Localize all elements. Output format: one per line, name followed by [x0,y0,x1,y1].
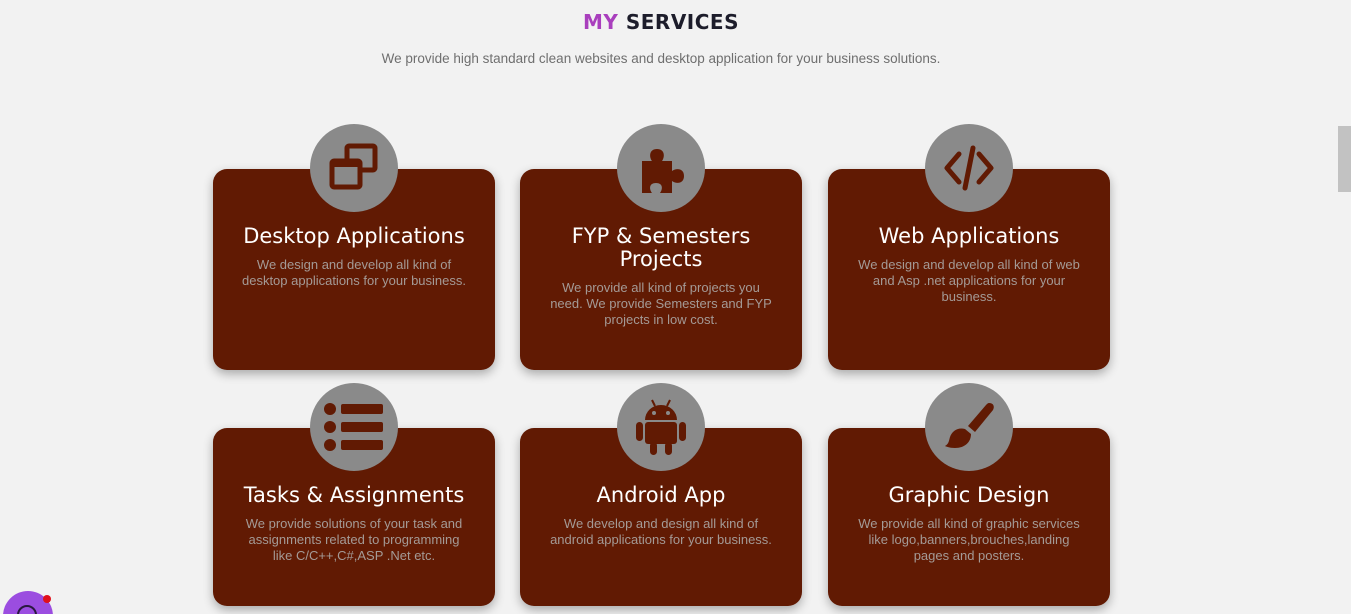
service-card-description: We design and develop all kind of deskto… [241,257,466,288]
notification-dot [43,595,51,603]
service-card-title: Graphic Design [888,483,1050,507]
android-icon [617,383,705,471]
section-title-main: SERVICES [625,10,739,34]
chat-widget-button[interactable] [3,591,53,614]
paint-brush-icon [925,383,1013,471]
code-icon [925,124,1013,212]
service-card-description: We provide all kind of graphic services … [858,516,1080,563]
section-title-accent: MY [583,10,619,34]
service-card-title: Web Applications [878,224,1060,248]
service-card-description: We provide all kind of projects you need… [550,280,772,327]
section-title: MY SERVICES [0,10,1322,34]
service-card-title: FYP & Semesters Projects [571,224,751,271]
service-card-description: We provide solutions of your task and as… [245,516,463,563]
section-subtitle: We provide high standard clean websites … [381,51,941,66]
puzzle-icon [617,124,705,212]
service-card-title: Desktop Applications [243,224,465,248]
windows-icon [310,124,398,212]
service-card-description: We design and develop all kind of web an… [858,257,1080,304]
service-card-description: We develop and design all kind of androi… [550,516,772,547]
scrollbar-thumb[interactable] [1338,126,1351,192]
list-icon [310,383,398,471]
service-card-title: Tasks & Assignments [243,483,465,507]
chat-icon [17,605,37,614]
service-card-title: Android App [596,483,726,507]
services-page: MY SERVICES We provide high standard cle… [0,0,1351,614]
